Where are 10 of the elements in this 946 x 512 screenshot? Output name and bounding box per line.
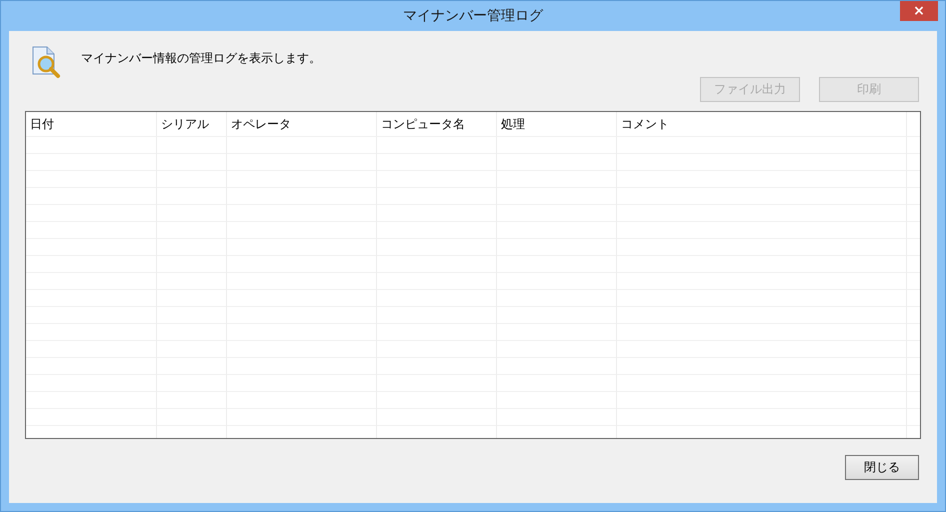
description-text: マイナンバー情報の管理ログを表示します。 [81,50,321,67]
column-header[interactable]: 日付 [26,112,157,136]
column-header[interactable]: シリアル [157,112,227,136]
close-dialog-button[interactable]: 閉じる [845,455,919,480]
window-title: マイナンバー管理ログ [403,7,543,25]
column-header[interactable]: 処理 [497,112,617,136]
column-header[interactable]: コンピュータ名 [377,112,497,136]
column-header[interactable]: オペレータ [227,112,377,136]
close-button[interactable]: × [900,1,938,21]
column-header[interactable]: コメント [617,112,907,136]
